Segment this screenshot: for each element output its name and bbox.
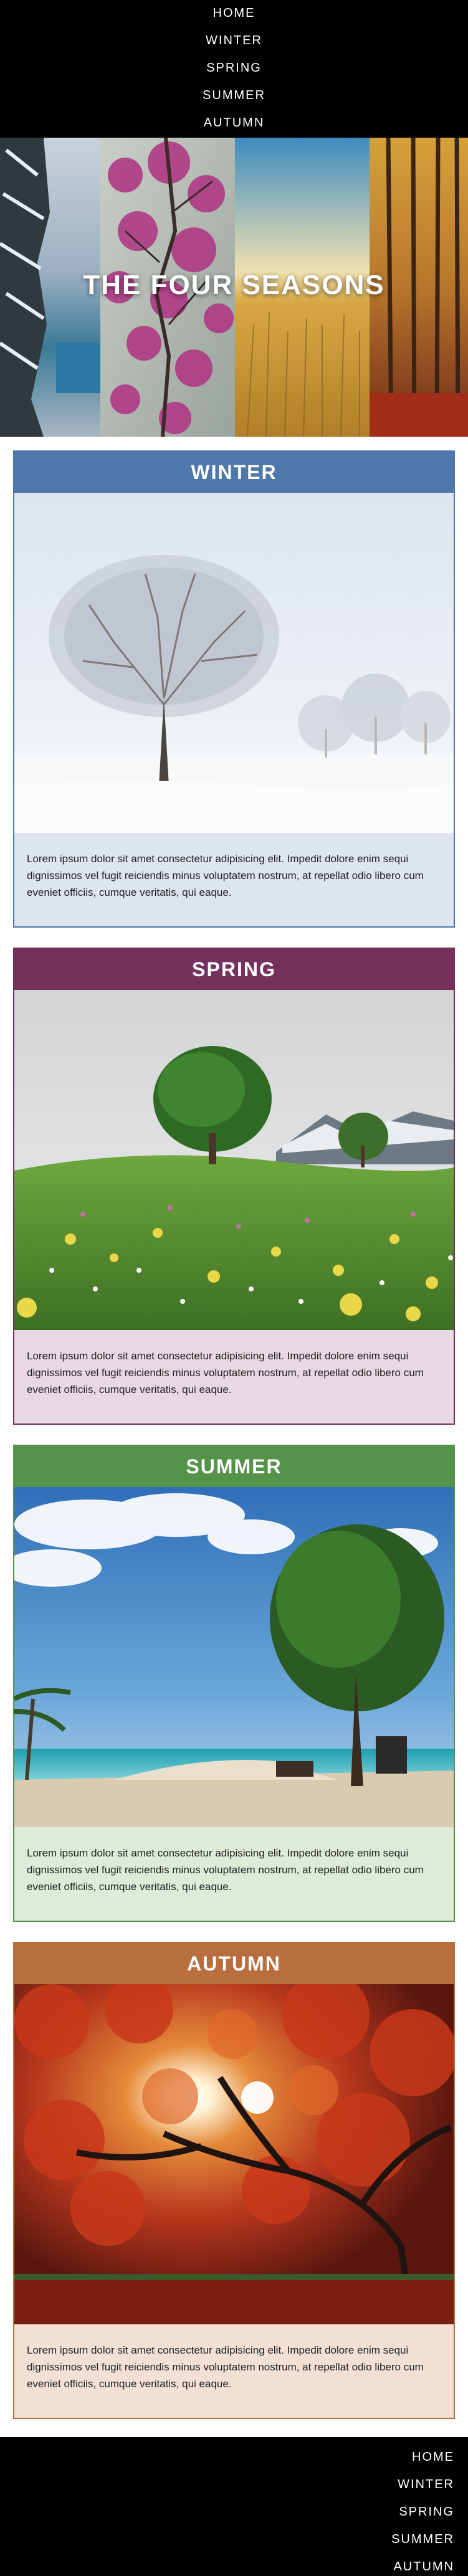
card-header-winter: WINTER <box>14 452 454 493</box>
footer-link-spring[interactable]: SPRING <box>399 2504 454 2519</box>
autumn-tree-image <box>14 1984 454 2324</box>
season-card-summer: SUMMER Lorem ipsum dolor sit amet consec… <box>13 1445 455 1922</box>
footer-link-home[interactable]: HOME <box>412 2450 454 2464</box>
nav-link-summer[interactable]: SUMMER <box>0 88 468 103</box>
season-card-winter: WINTER Lorem ipsum dolor sit amet consec… <box>13 450 455 928</box>
top-navigation: HOME WINTER SPRING SUMMER AUTUMN <box>0 0 468 138</box>
card-text-winter: Lorem ipsum dolor sit amet consectetur a… <box>14 833 454 926</box>
hero-title: THE FOUR SEASONS <box>83 270 385 300</box>
nav-link-spring[interactable]: SPRING <box>0 60 468 75</box>
season-card-autumn: AUTUMN Lorem ipsum dolor sit amet consec… <box>13 1942 455 2419</box>
spring-meadow-image <box>14 990 454 1330</box>
card-text-spring: Lorem ipsum dolor sit amet consectetur a… <box>14 1330 454 1423</box>
footer-link-winter[interactable]: WINTER <box>398 2477 454 2492</box>
footer-navigation: HOME WINTER SPRING SUMMER AUTUMN <box>0 2437 468 2576</box>
nav-link-autumn[interactable]: AUTUMN <box>0 115 468 130</box>
nav-link-home[interactable]: HOME <box>0 6 468 21</box>
card-text-summer: Lorem ipsum dolor sit amet consectetur a… <box>14 1827 454 1921</box>
card-header-summer: SUMMER <box>14 1446 454 1487</box>
footer-link-autumn[interactable]: AUTUMN <box>393 2559 454 2574</box>
card-header-spring: SPRING <box>14 949 454 990</box>
season-card-spring: SPRING Lorem ipsum dolor sit amet consec… <box>13 948 455 1425</box>
card-header-autumn: AUTUMN <box>14 1943 454 1984</box>
card-text-autumn: Lorem ipsum dolor sit amet consectetur a… <box>14 2324 454 2418</box>
footer-link-summer[interactable]: SUMMER <box>391 2532 454 2547</box>
hero-banner: THE FOUR SEASONS <box>0 138 468 437</box>
winter-tree-image <box>14 493 454 833</box>
nav-link-winter[interactable]: WINTER <box>0 33 468 48</box>
summer-beach-image <box>14 1487 454 1827</box>
